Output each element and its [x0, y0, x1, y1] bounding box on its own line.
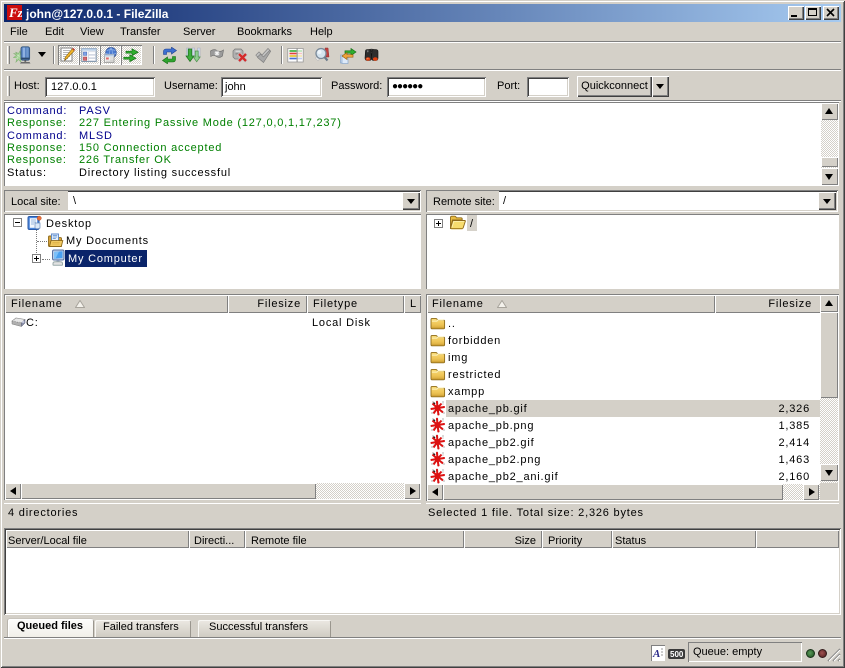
- svg-text:500: 500: [670, 650, 684, 659]
- svg-text:A: A: [652, 648, 660, 660]
- svg-text:Fz: Fz: [8, 5, 22, 20]
